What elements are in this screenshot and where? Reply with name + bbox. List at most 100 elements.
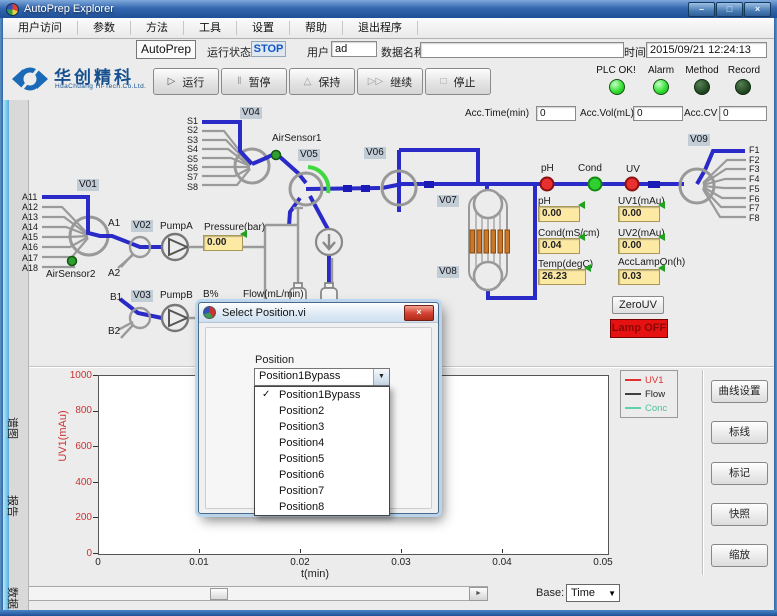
hold-button-label: 保持: [318, 74, 340, 90]
app-window: AutoPrep Explorer – □ × 用户访问 参数 方法 工具 设置…: [0, 0, 777, 616]
menu-tools[interactable]: 工具: [184, 21, 237, 35]
y-tick-400: 400: [58, 477, 92, 488]
chart-h-scrollbar[interactable]: [8, 586, 488, 601]
valve-label-v04[interactable]: V04: [240, 107, 262, 119]
combo-dropdown-icon[interactable]: ▼: [373, 369, 389, 385]
x-tick-005: 0.05: [583, 557, 623, 568]
play-icon: ▷: [168, 76, 176, 87]
option-position1bypass[interactable]: ✓Position1Bypass: [255, 387, 389, 403]
left-tab-report[interactable]: 报告: [5, 486, 21, 526]
base-select[interactable]: Time ▼: [566, 584, 620, 602]
a-ports-list: A11 A12 A13 A14 A15 A16 A17 A18: [22, 192, 38, 273]
option-label: Position5: [279, 453, 324, 465]
option-position8[interactable]: Position8: [255, 499, 389, 515]
scrollbar-thumb[interactable]: [210, 588, 228, 600]
option-position7[interactable]: Position7: [255, 483, 389, 499]
curve-settings-button[interactable]: 曲线设置: [711, 380, 768, 403]
position-select[interactable]: Position1Bypass ▼: [254, 368, 390, 386]
menu-help[interactable]: 帮助: [290, 21, 343, 35]
base-label: Base:: [536, 587, 564, 599]
valve-label-v05[interactable]: V05: [298, 149, 320, 161]
menu-user-access[interactable]: 用户访问: [3, 21, 78, 35]
flow-legend-line: [625, 393, 641, 395]
stop-button[interactable]: □ 停止: [425, 68, 491, 95]
dialog-close-button[interactable]: ×: [404, 305, 434, 321]
valve-label-v08[interactable]: V08: [437, 266, 459, 278]
marker-line-button[interactable]: 标线: [711, 421, 768, 444]
air-sensor2-label: AirSensor2: [46, 269, 95, 280]
valve-v02[interactable]: [130, 237, 150, 257]
minimize-button[interactable]: –: [688, 2, 715, 17]
user-input[interactable]: ad: [331, 41, 377, 57]
app-icon: [6, 3, 19, 16]
left-tab-chromatogram[interactable]: 谱图: [5, 408, 21, 448]
option-position6[interactable]: Position6: [255, 467, 389, 483]
base-select-value: Time: [567, 587, 608, 599]
title-bar: AutoPrep Explorer – □ ×: [0, 0, 777, 18]
run-button[interactable]: ▷ 运行: [153, 68, 219, 95]
pause-button[interactable]: ‖ 暂停: [221, 68, 287, 95]
acc-vol-label: Acc.Vol(mL): [580, 108, 634, 119]
valve-label-v02[interactable]: V02: [131, 220, 153, 232]
option-position4[interactable]: Position4: [255, 435, 389, 451]
resume-button[interactable]: ▷▷ 继续: [357, 68, 423, 95]
window-border-bottom: [0, 610, 777, 616]
lamp-off-button[interactable]: Lamp OFF: [610, 319, 668, 338]
port-a12: A12: [22, 202, 38, 212]
s-ports-list: S1 S2 S3 S4 S5 S6 S7 S8: [187, 117, 198, 192]
mark-button[interactable]: 标记: [711, 462, 768, 485]
zoom-button[interactable]: 缩放: [711, 544, 768, 567]
zero-uv-button[interactable]: ZeroUV: [612, 296, 664, 314]
inlet-b1-label: B1: [110, 292, 122, 303]
valve-label-v03[interactable]: V03: [131, 290, 153, 302]
close-button[interactable]: ×: [744, 2, 771, 17]
option-position3[interactable]: Position3: [255, 419, 389, 435]
menu-exit[interactable]: 退出程序: [343, 21, 418, 35]
valve-v06[interactable]: [382, 171, 416, 205]
valve-v08[interactable]: [474, 262, 502, 290]
menu-parameters[interactable]: 参数: [78, 21, 131, 35]
menu-method[interactable]: 方法: [131, 21, 184, 35]
valve-label-v09[interactable]: V09: [688, 134, 710, 146]
plc-led-label: PLC OK!: [591, 65, 641, 76]
scroll-right-arrow-icon[interactable]: ►: [469, 587, 488, 601]
option-position2[interactable]: Position2: [255, 403, 389, 419]
valve-v07[interactable]: [474, 190, 502, 218]
tube-fittings: [343, 181, 660, 192]
uv-sensor-dot: [626, 178, 639, 191]
valve-v09[interactable]: [680, 169, 714, 203]
check-icon: ✓: [262, 387, 270, 403]
y-tick-200: 200: [58, 512, 92, 523]
port-f8: F8: [749, 214, 760, 224]
hold-button[interactable]: △ 保持: [289, 68, 355, 95]
option-label: Position6: [279, 469, 324, 481]
maximize-button[interactable]: □: [716, 2, 743, 17]
pump-a-group[interactable]: [121, 234, 188, 267]
alarm-led-label: Alarm: [643, 65, 679, 76]
stop-button-label: 停止: [454, 74, 476, 90]
autoprep-button[interactable]: AutoPrep: [136, 40, 196, 59]
dialog-title-bar[interactable]: Select Position.vi ×: [199, 303, 438, 323]
pump-a-icon: [162, 234, 188, 260]
pressure-value: 0.00: [203, 235, 243, 251]
valve-v03[interactable]: [130, 308, 150, 328]
valve-v04[interactable]: [235, 149, 269, 183]
chart-x-axis-label: t(min): [285, 568, 345, 580]
inlet-b2-label: B2: [108, 326, 120, 337]
valve-label-v07[interactable]: V07: [437, 195, 459, 207]
port-a15: A15: [22, 232, 38, 242]
menu-bar: 用户访问 参数 方法 工具 设置 帮助 退出程序: [3, 18, 774, 39]
uv1-indicator-arrow: [658, 201, 665, 209]
valve-v01[interactable]: [70, 217, 108, 255]
valve-label-v06[interactable]: V06: [364, 147, 386, 159]
valve-label-v01[interactable]: V01: [77, 179, 99, 191]
fast-forward-icon: ▷▷: [368, 76, 383, 87]
ph-inline-label: pH: [541, 163, 554, 174]
data-name-input[interactable]: [420, 42, 624, 58]
valve-v05[interactable]: [290, 173, 322, 205]
snapshot-button[interactable]: 快照: [711, 503, 768, 526]
menu-settings[interactable]: 设置: [237, 21, 290, 35]
cond-readout-value: 0.04: [538, 238, 580, 254]
vi-icon: [203, 306, 216, 319]
option-position5[interactable]: Position5: [255, 451, 389, 467]
